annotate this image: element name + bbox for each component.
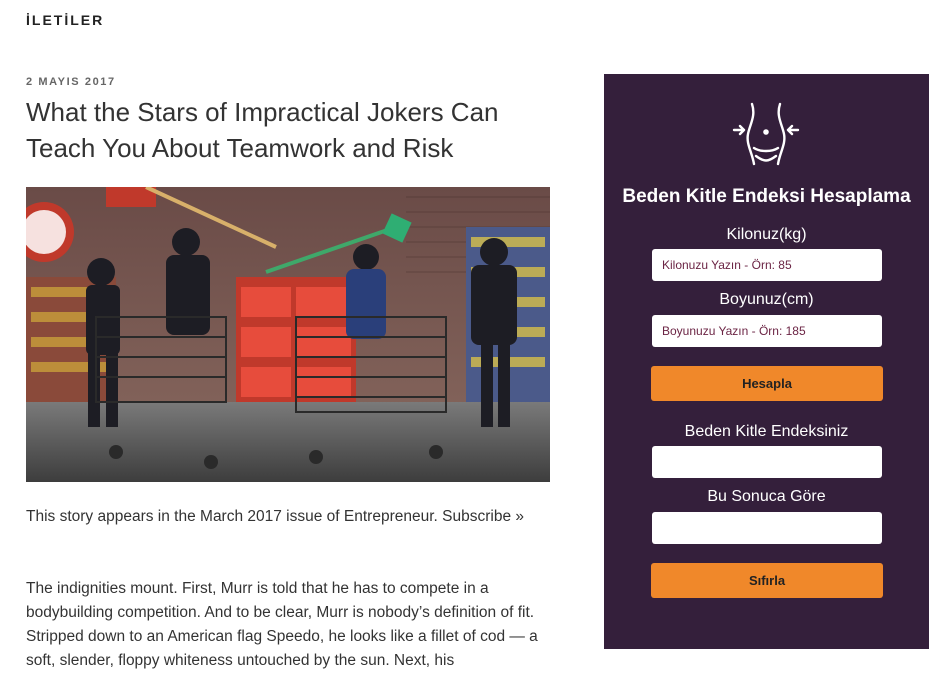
waist-measure-icon <box>730 98 802 170</box>
bmi-calculator-widget: Beden Kitle Endeksi Hesaplama Kilonuz(kg… <box>604 74 929 649</box>
reset-button[interactable]: Sıfırla <box>651 563 883 598</box>
post-image <box>26 187 550 482</box>
calculate-button[interactable]: Hesapla <box>651 366 883 401</box>
height-input[interactable] <box>652 315 882 347</box>
page: İLETİLER 2 MAYIS 2017 What the Stars of … <box>0 0 947 674</box>
post-title[interactable]: What the Stars of Impractical Jokers Can… <box>26 94 546 166</box>
post-body-text: The indignities mount. First, Murr is to… <box>26 580 538 669</box>
story-subscribe-line: This story appears in the March 2017 iss… <box>26 508 524 525</box>
section-title: İLETİLER <box>26 12 105 28</box>
bmi-result-field[interactable] <box>652 446 882 478</box>
post-date[interactable]: 2 MAYIS 2017 <box>26 76 552 88</box>
weight-input[interactable] <box>652 249 882 281</box>
interpretation-field[interactable] <box>652 512 882 544</box>
bmi-widget-title: Beden Kitle Endeksi Hesaplama <box>622 186 911 207</box>
bmi-result-label: Beden Kitle Endeksiniz <box>684 423 849 440</box>
weight-label: Kilonuz(kg) <box>726 226 807 243</box>
interpretation-label: Bu Sonuca Göre <box>707 488 826 505</box>
main-content: 2 MAYIS 2017 What the Stars of Impractic… <box>26 72 552 669</box>
height-label: Boyunuz(cm) <box>719 291 814 308</box>
post-image-illustration <box>26 187 550 482</box>
